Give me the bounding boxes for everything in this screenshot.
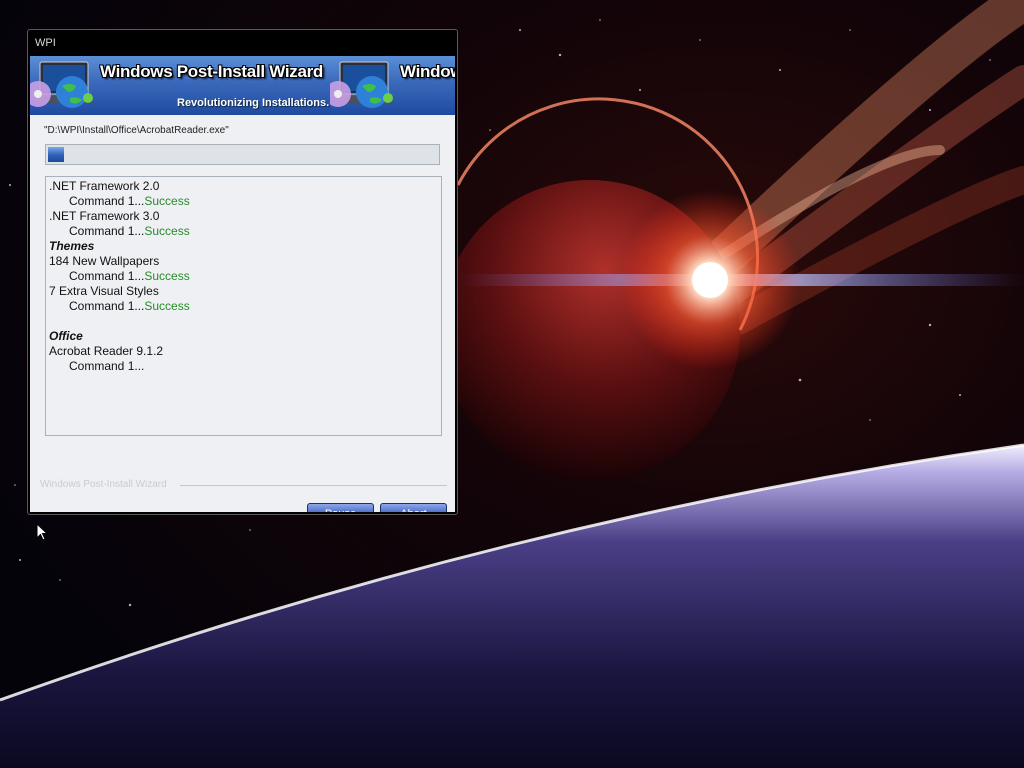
banner-subtitle: Revolutionizing Installations. [177,97,330,109]
log-text: Command 1... [69,269,145,283]
log-status: Success [144,269,190,283]
abort-button[interactable]: Abort [380,503,447,512]
log-text: 7 Extra Visual Styles [49,284,159,298]
install-progress-bar [45,144,440,165]
log-text: .NET Framework 2.0 [49,179,160,193]
mouse-pointer-icon [36,523,48,541]
log-line-command: Command 1...Success [49,224,438,239]
globe-laptop-icon [30,61,94,108]
log-text: .NET Framework 3.0 [49,209,160,223]
footer-divider [180,485,447,486]
log-line-item: Acrobat Reader 9.1.2 [49,344,438,359]
window-title: WPI [35,37,56,49]
log-text: 184 New Wallpapers [49,254,160,268]
log-text: Office [49,329,83,343]
log-line-category: Office [49,329,438,344]
banner-title-repeat: Window [400,62,455,81]
log-text: Command 1... [69,194,145,208]
log-line-command: Command 1... [49,359,438,374]
log-text: Command 1... [69,299,145,313]
install-log[interactable]: .NET Framework 2.0 Command 1...Success .NE… [45,176,442,436]
current-install-path: "D:\WPI\Install\Office\AcrobatReader.exe… [44,125,229,136]
log-line-item: .NET Framework 2.0 [49,179,438,194]
log-status: Success [144,299,190,313]
log-status: Success [144,194,190,208]
log-text: Command 1... [69,359,145,373]
pause-button[interactable]: Pause [307,503,374,512]
log-line-command: Command 1...Success [49,269,438,284]
install-progress-fill [48,147,64,162]
window-title-bar[interactable]: WPI [28,30,457,56]
window-client-area: Windows Post-Install Wizard Revolutioniz… [30,56,455,512]
globe-laptop-icon [330,61,394,108]
log-text: Acrobat Reader 9.1.2 [49,344,164,358]
log-line-item: 7 Extra Visual Styles [49,284,438,299]
log-text: Command 1... [69,224,145,238]
log-status: Success [144,224,190,238]
banner: Windows Post-Install Wizard Revolutioniz… [30,56,455,115]
log-line-command: Command 1...Success [49,299,438,314]
footer-brand: Windows Post-Install Wizard [40,479,167,490]
banner-title: Windows Post-Install Wizard [100,62,323,81]
log-line-command: Command 1...Success [49,194,438,209]
log-line-item: 184 New Wallpapers [49,254,438,269]
log-line-category: Themes [49,239,438,254]
log-line-blank [49,314,438,329]
wpi-window: WPI Windows Post-Install Wizard Revoluti… [27,29,458,515]
log-line-item: .NET Framework 3.0 [49,209,438,224]
log-text: Themes [49,239,95,253]
